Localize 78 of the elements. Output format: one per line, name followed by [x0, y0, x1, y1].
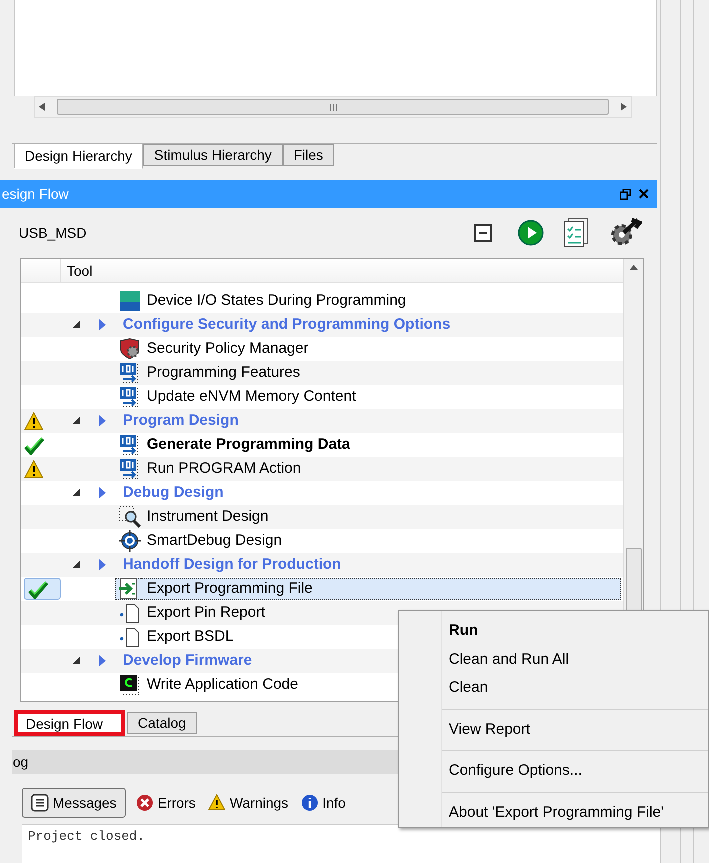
panel-title: esign Flow: [2, 184, 70, 204]
tab[interactable]: Design Flow: [14, 710, 126, 736]
shield-gear-icon: [119, 338, 141, 360]
run-icon[interactable]: [518, 220, 544, 246]
settings-icon[interactable]: [610, 218, 642, 248]
filter-button[interactable]: Warnings: [206, 788, 291, 818]
export-file-icon: [118, 578, 140, 600]
arrow-icon: [99, 319, 106, 331]
log-message: Project closed.: [28, 829, 146, 844]
io-chip-icon: [119, 290, 141, 312]
tab[interactable]: Stimulus Hierarchy: [143, 144, 283, 166]
tree-row[interactable]: Configure Security and Programming Options: [21, 313, 623, 337]
tool-item[interactable]: Export Programming File: [141, 578, 621, 600]
arrow-icon: [99, 415, 106, 427]
close-icon[interactable]: [639, 189, 649, 199]
group-label[interactable]: Program Design: [123, 410, 239, 432]
horizontal-scrollbar[interactable]: [34, 96, 632, 118]
error-icon: [136, 794, 154, 812]
tree-row[interactable]: Handoff Design for Production: [21, 553, 623, 577]
tool-item[interactable]: Export BSDL: [147, 626, 234, 648]
project-name: USB_MSD: [19, 224, 88, 243]
group-label[interactable]: Handoff Design for Production: [123, 554, 342, 576]
tree-row[interactable]: Export Programming File: [21, 577, 623, 601]
filter-button[interactable]: Info: [298, 788, 348, 818]
group-label[interactable]: Debug Design: [123, 482, 224, 504]
crosshair-icon: [119, 530, 141, 552]
scroll-right-icon[interactable]: [621, 103, 627, 111]
expand-icon[interactable]: [73, 321, 81, 329]
collapse-icon[interactable]: [474, 224, 492, 242]
tool-item[interactable]: Security Policy Manager: [147, 338, 309, 360]
list-icon: [31, 794, 49, 812]
scroll-thumb[interactable]: [57, 99, 609, 115]
code-chip-icon: [119, 674, 141, 696]
tree-row[interactable]: Run PROGRAM Action: [21, 457, 623, 481]
info-icon: [300, 794, 319, 812]
tab[interactable]: Files: [282, 144, 334, 166]
menu-item[interactable]: View Report: [399, 716, 708, 744]
tool-item[interactable]: Write Application Code: [147, 674, 298, 696]
scroll-up-icon[interactable]: [630, 265, 638, 270]
group-label[interactable]: Develop Firmware: [123, 650, 252, 672]
tool-item[interactable]: Run PROGRAM Action: [147, 458, 302, 480]
tool-item[interactable]: Device I/O States During Programming: [147, 290, 406, 312]
tree-row[interactable]: Instrument Design: [21, 505, 623, 529]
scroll-left-icon[interactable]: [39, 103, 45, 111]
expand-icon[interactable]: [73, 489, 81, 497]
report-icon[interactable]: [564, 218, 590, 248]
arrow-icon: [99, 655, 106, 667]
tool-item[interactable]: SmartDebug Design: [147, 530, 282, 552]
binary-chip-icon: [119, 434, 141, 456]
tool-item[interactable]: Programming Features: [147, 362, 300, 384]
filter-button[interactable]: Messages: [22, 788, 126, 818]
magnifier-chip-icon: [119, 506, 141, 528]
tool-item[interactable]: Instrument Design: [147, 506, 269, 528]
menu-item[interactable]: About 'Export Programming File': [399, 798, 708, 827]
expand-icon[interactable]: [73, 417, 81, 425]
tab[interactable]: Design Hierarchy: [14, 143, 144, 169]
arrow-icon: [99, 487, 106, 499]
blank-file-icon: [119, 602, 141, 624]
filter-button[interactable]: Errors: [134, 788, 198, 818]
tree-row[interactable]: Program Design: [21, 409, 623, 433]
binary-chip-icon: [119, 458, 141, 480]
binary-chip-icon: [119, 386, 141, 408]
tool-item[interactable]: Export Pin Report: [147, 602, 266, 624]
column-header[interactable]: Tool: [61, 259, 93, 282]
group-label[interactable]: Configure Security and Programming Options: [123, 314, 451, 336]
binary-chip-icon: [119, 362, 141, 384]
restore-icon[interactable]: [620, 188, 631, 200]
tab[interactable]: Catalog: [127, 712, 198, 734]
log-title: og: [12, 752, 29, 772]
blank-file-icon: [119, 626, 141, 648]
tree-row[interactable]: Programming Features: [21, 361, 623, 385]
arrow-icon: [99, 559, 106, 571]
tool-item[interactable]: Update eNVM Memory Content: [147, 386, 356, 408]
menu-item[interactable]: Configure Options...: [399, 757, 708, 786]
warning-icon: [208, 794, 226, 812]
tool-item[interactable]: Generate Programming Data: [147, 434, 350, 456]
expand-icon[interactable]: [73, 561, 81, 569]
expand-icon[interactable]: [73, 657, 81, 665]
